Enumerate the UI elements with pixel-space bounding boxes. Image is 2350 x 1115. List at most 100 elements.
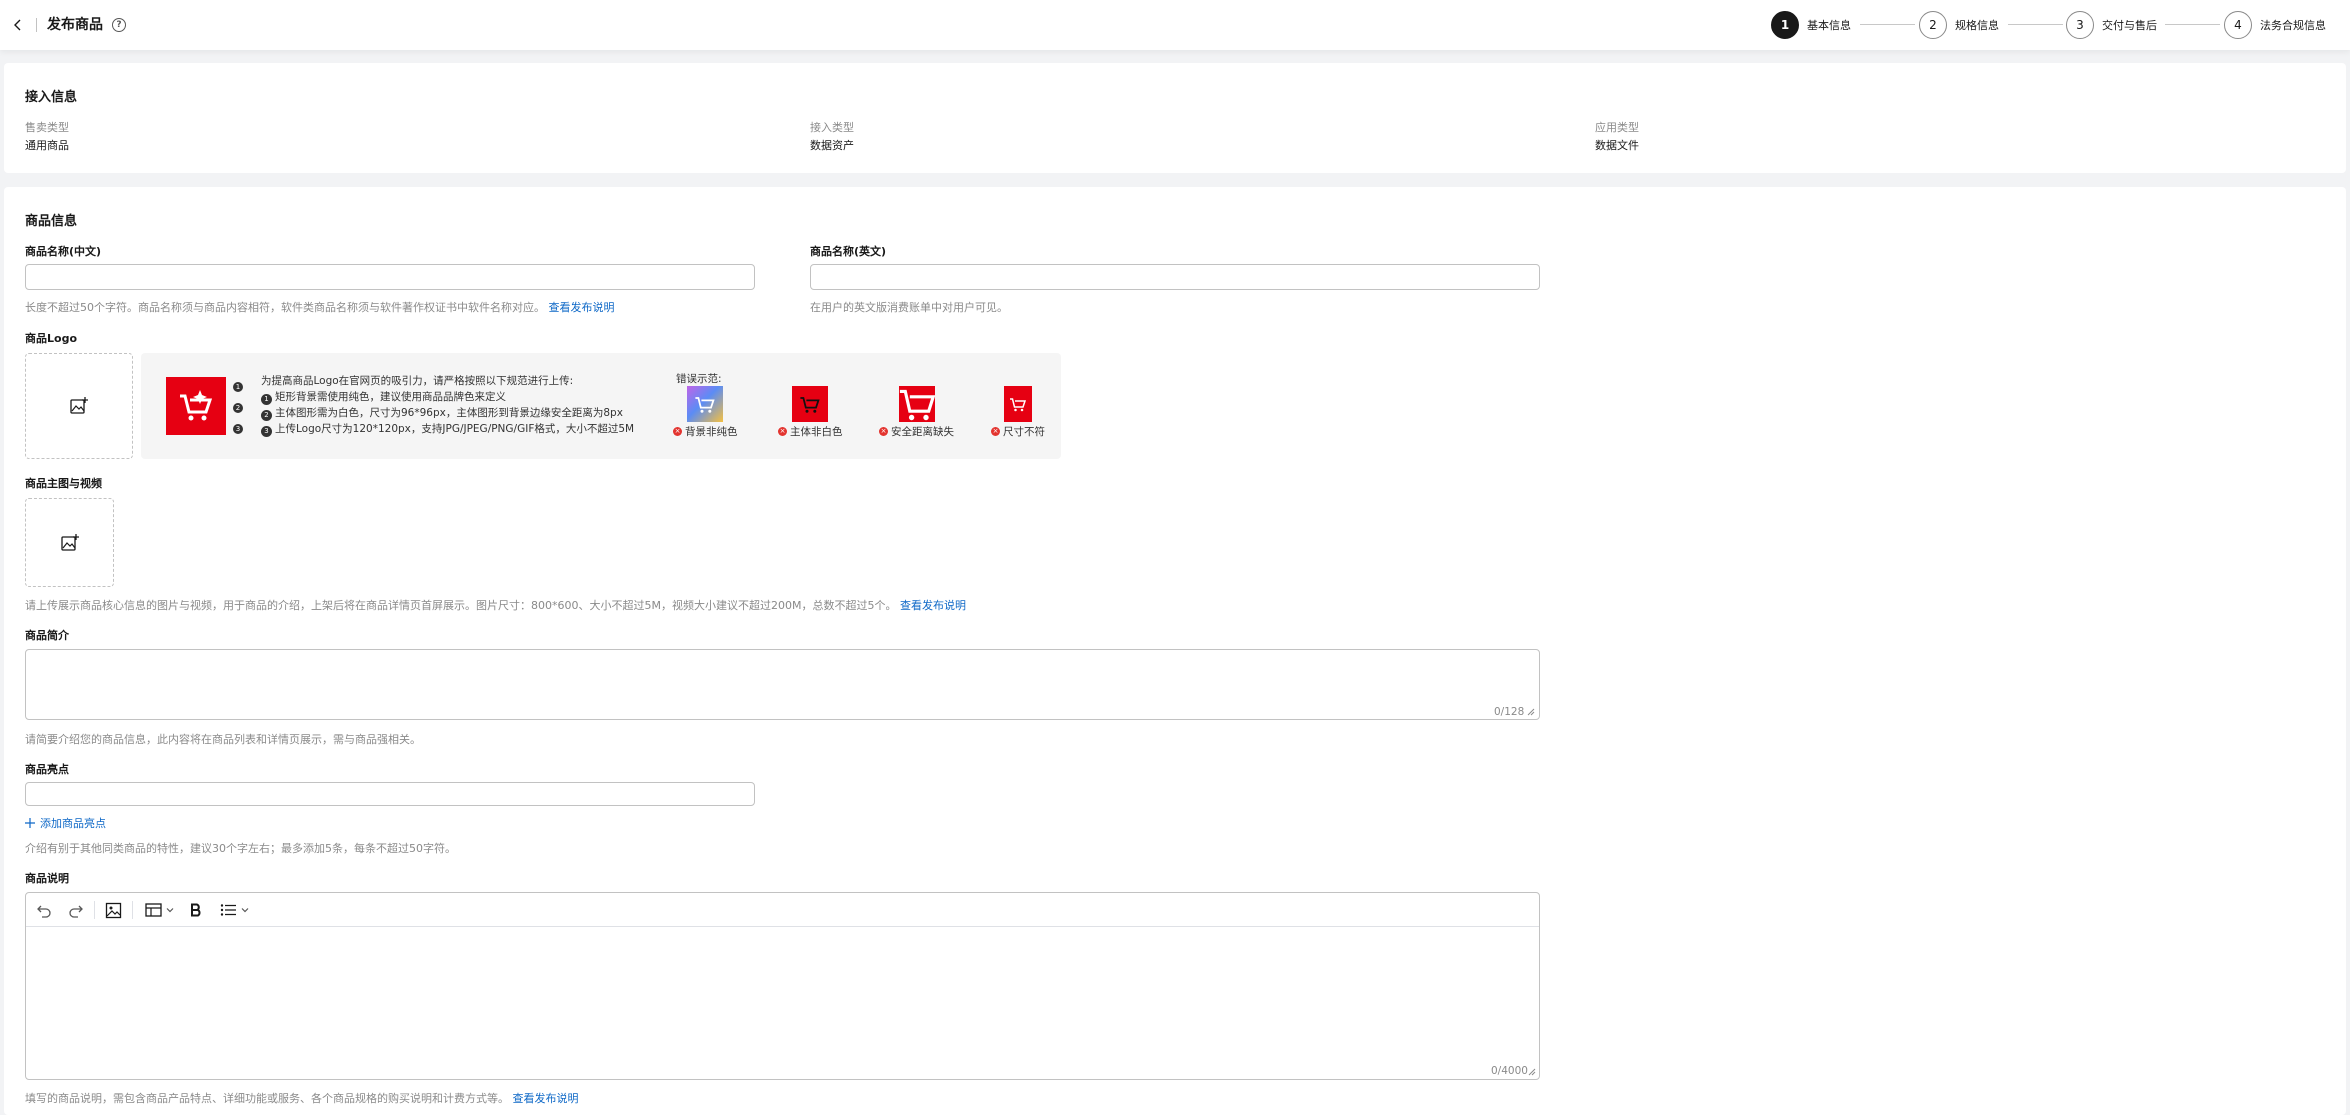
step-label: 法务合规信息 xyxy=(2260,19,2326,32)
step-connector xyxy=(2008,24,2063,25)
intro-label: 商品简介 xyxy=(25,629,69,642)
step-delivery[interactable]: 3 交付与售后 xyxy=(2066,10,2157,40)
error-example: × 安全距离缺失 xyxy=(879,386,954,439)
error-label: × 主体非白色 xyxy=(778,426,843,438)
section-title: 接入信息 xyxy=(25,90,78,105)
logo-guide-panel: 1 2 3 为提高商品Logo在官网页的吸引力，请严格按照以下规范进行上传: 1… xyxy=(141,353,1061,459)
media-hint: 请上传展示商品核心信息的图片与视频，用于商品的介绍，上架后将在商品详情页首屏展示… xyxy=(25,597,966,613)
cart-sparkle-icon xyxy=(180,390,213,421)
bullet-list-icon xyxy=(220,904,236,916)
guide-intro: 为提高商品Logo在官网页的吸引力，请严格按照以下规范进行上传: xyxy=(261,375,574,387)
step-legal[interactable]: 4 法务合规信息 xyxy=(2224,10,2326,40)
error-icon: × xyxy=(673,427,682,436)
error-label: × 背景非纯色 xyxy=(673,426,738,438)
error-no-margin-logo xyxy=(898,386,935,422)
error-example: × 尺寸不符 xyxy=(991,386,1045,439)
step-number: 2 xyxy=(1919,11,1947,39)
plus-icon xyxy=(25,818,35,828)
media-upload[interactable] xyxy=(25,498,114,587)
step-connector xyxy=(1860,24,1915,25)
description-label: 商品说明 xyxy=(25,872,69,885)
highlights-input[interactable] xyxy=(25,782,755,806)
name-cn-hint: 长度不超过50个字符。商品名称须与商品内容相符，软件类商品名称须与软件著作权证书… xyxy=(25,299,615,315)
add-highlight-label: 添加商品亮点 xyxy=(40,817,106,830)
name-en-hint: 在用户的英文版消费账单中对用户可见。 xyxy=(810,301,1008,314)
step-label: 基本信息 xyxy=(1807,19,1851,32)
name-cn-input[interactable] xyxy=(25,264,755,290)
section-title: 商品信息 xyxy=(25,214,78,229)
access-type-label: 接入类型 xyxy=(810,121,854,134)
guide-rule-3: 3 上传Logo尺寸为120*120px，支持JPG/JPEG/PNG/GIF格式… xyxy=(261,421,634,437)
undo-icon xyxy=(37,905,51,918)
add-image-icon xyxy=(60,533,79,551)
error-example: × 主体非白色 xyxy=(778,386,843,439)
rich-text-editor: 0/4000 xyxy=(25,892,1540,1080)
bold-button[interactable] xyxy=(186,900,206,920)
undo-button[interactable] xyxy=(34,900,54,920)
step-number: 3 xyxy=(2066,11,2094,39)
description-hint: 填写的商品说明，需包含商品产品特点、详细功能或服务、各个商品规格的购买说明和计费… xyxy=(25,1090,579,1106)
top-header: 发布商品 ? 1 基本信息 2 规格信息 3 交付与售后 4 法务合规信息 xyxy=(0,0,2350,50)
cart-icon xyxy=(695,397,715,413)
intro-counter: 0/128 xyxy=(1494,706,1525,718)
description-counter: 0/4000 xyxy=(1491,1065,1528,1077)
image-icon xyxy=(105,902,121,918)
error-examples-title: 错误示范: xyxy=(676,373,722,385)
highlights-hint: 介绍有别于其他同类商品的特性，建议30个字左右；最多添加5条，每条不超过50字符… xyxy=(25,842,456,855)
toolbar-divider xyxy=(132,901,133,919)
name-en-input[interactable] xyxy=(810,264,1540,290)
marker: 2 xyxy=(233,403,243,413)
cart-icon xyxy=(1010,398,1027,412)
publish-guide-link[interactable]: 查看发布说明 xyxy=(513,1092,579,1105)
sale-type-value: 通用商品 xyxy=(25,139,69,152)
cart-icon xyxy=(899,389,935,421)
step-label: 交付与售后 xyxy=(2102,19,2157,32)
app-type-label: 应用类型 xyxy=(1595,121,1639,134)
editor-content-area[interactable] xyxy=(26,927,1539,1079)
toolbar-divider xyxy=(94,901,95,919)
access-type-value: 数据资产 xyxy=(810,139,854,152)
name-en-label: 商品名称(英文) xyxy=(810,245,887,258)
step-spec-info[interactable]: 2 规格信息 xyxy=(1919,10,1999,40)
chevron-down-icon xyxy=(166,908,174,913)
access-info-card: 接入信息 售卖类型 通用商品 接入类型 数据资产 应用类型 数据文件 xyxy=(4,63,2346,173)
redo-button[interactable] xyxy=(66,900,86,920)
cart-icon xyxy=(800,397,820,413)
error-black-subject-logo xyxy=(792,386,829,422)
sample-logo xyxy=(166,377,226,435)
chevron-down-icon xyxy=(241,908,249,913)
step-progress: 1 基本信息 2 规格信息 3 交付与售后 4 法务合规信息 xyxy=(0,10,2350,40)
intro-hint: 请简要介绍您的商品信息，此内容将在商品列表和详情页展示，需与商品强相关。 xyxy=(25,733,421,746)
logo-upload[interactable] xyxy=(25,353,133,459)
error-icon: × xyxy=(879,427,888,436)
marker: 3 xyxy=(233,424,243,434)
resize-handle-icon[interactable] xyxy=(1528,1068,1536,1076)
error-label: × 尺寸不符 xyxy=(991,426,1045,438)
step-number: 1 xyxy=(1771,11,1799,39)
guide-rule-1: 1 矩形背景需使用纯色，建议使用商品品牌色来定义 xyxy=(261,389,634,405)
insert-image-button[interactable] xyxy=(102,900,124,920)
add-image-icon xyxy=(70,397,88,414)
step-basic-info[interactable]: 1 基本信息 xyxy=(1771,10,1851,40)
add-highlight-button[interactable]: 添加商品亮点 xyxy=(25,815,106,831)
publish-guide-link[interactable]: 查看发布说明 xyxy=(900,599,966,612)
list-button[interactable] xyxy=(216,900,254,920)
guide-markers: 1 2 3 xyxy=(233,382,243,437)
marker: 1 xyxy=(233,382,243,392)
error-example: × 背景非纯色 xyxy=(673,386,738,439)
step-label: 规格信息 xyxy=(1955,19,1999,32)
publish-guide-link[interactable]: 查看发布说明 xyxy=(549,301,615,314)
resize-handle-icon[interactable] xyxy=(1527,708,1535,716)
error-label: × 安全距离缺失 xyxy=(879,426,954,438)
step-number: 4 xyxy=(2224,11,2252,39)
insert-table-button[interactable] xyxy=(142,900,178,920)
media-label: 商品主图与视频 xyxy=(25,477,102,490)
name-cn-label: 商品名称(中文) xyxy=(25,245,102,258)
highlights-label: 商品亮点 xyxy=(25,763,69,776)
table-icon xyxy=(145,903,162,917)
step-connector xyxy=(2165,24,2220,25)
error-wrong-size-logo xyxy=(1004,386,1032,422)
hint-text: 长度不超过50个字符。商品名称须与商品内容相符，软件类商品名称须与软件著作权证书… xyxy=(25,301,545,314)
hint-text: 请上传展示商品核心信息的图片与视频，用于商品的介绍，上架后将在商品详情页首屏展示… xyxy=(25,599,897,612)
intro-textarea[interactable] xyxy=(25,649,1540,720)
